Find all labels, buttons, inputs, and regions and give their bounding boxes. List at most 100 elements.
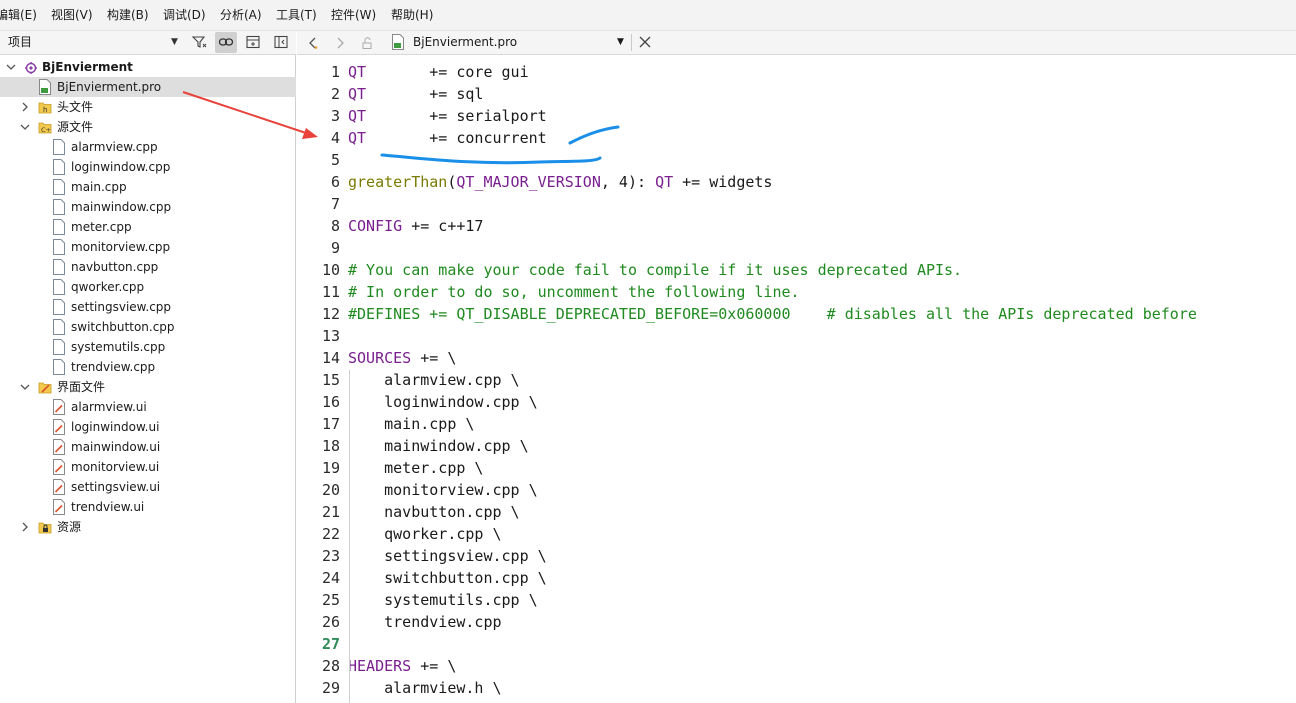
chevron-right-icon[interactable] [18,97,32,117]
tree-item-form-file[interactable]: loginwindow.ui [0,417,296,437]
cpp-file-icon [52,319,66,335]
lock-button[interactable] [357,31,377,54]
editor-toolbar: BjEnvierment.pro ▼ [297,31,1296,55]
resources-label: 资源 [57,520,82,534]
filter-button[interactable] [188,32,210,53]
tree-item-source-file[interactable]: qworker.cpp [0,277,296,297]
project-tree: BjEnvierment BjEnvierment.pro h 头文件 C+ 源… [0,55,296,703]
go-forward-button[interactable] [330,31,350,54]
tree-item-resources[interactable]: 资源 [0,517,296,537]
add-split-icon [246,35,260,49]
pro-file-label: BjEnvierment.pro [57,80,162,94]
tree-item-form-file[interactable]: settingsview.ui [0,477,296,497]
line-number: 20 [321,481,340,499]
ui-file-icon [52,419,66,435]
go-back-button[interactable] [303,31,323,54]
headers-label: 头文件 [57,100,94,114]
cpp-file-icon [52,219,66,235]
chevron-down-icon[interactable] [18,117,32,137]
code-line: main.cpp \ [348,415,475,433]
code-line: switchbutton.cpp \ [348,569,547,587]
code-line: meter.cpp \ [348,459,484,477]
cpp-file-icon [52,159,66,175]
svg-text:h: h [43,106,47,114]
form-folder-icon [38,379,52,395]
view-selector[interactable]: 项目 ▼ [3,31,184,54]
chevron-down-icon[interactable] [18,377,32,397]
line-number: 11 [321,283,340,301]
form-file-label: settingsview.ui [71,480,161,494]
tree-item-project[interactable]: BjEnvierment [0,57,296,77]
code-line: # In order to do so, uncomment the follo… [348,283,800,301]
tree-item-source-file[interactable]: alarmview.cpp [0,137,296,157]
sidebar-collapse-icon [274,35,288,49]
tree-item-form-file[interactable]: trendview.ui [0,497,296,517]
split-button[interactable] [242,32,264,53]
open-documents-selector[interactable]: BjEnvierment.pro ▼ [385,31,629,54]
cpp-file-icon [52,139,66,155]
resource-folder-icon [38,519,52,535]
tree-item-source-file[interactable]: loginwindow.cpp [0,157,296,177]
tree-item-form-file[interactable]: alarmview.ui [0,397,296,417]
form-file-label: monitorview.ui [71,460,160,474]
menu-view[interactable]: 视图(V) [51,0,93,31]
menu-analyze[interactable]: 分析(A) [220,0,262,31]
code-line: QT += concurrent [348,129,547,147]
code-line: # You can make your code fail to compile… [348,261,963,279]
menu-edit[interactable]: 编辑(E) [0,0,37,31]
menu-tools[interactable]: 工具(T) [276,0,317,31]
line-number: 3 [330,107,340,125]
tree-item-headers[interactable]: h 头文件 [0,97,296,117]
form-file-label: alarmview.ui [71,400,147,414]
cpp-file-icon [52,339,66,355]
code-line: #DEFINES += QT_DISABLE_DEPRECATED_BEFORE… [348,305,1197,323]
code-line: HEADERS += \ [348,657,457,675]
tree-item-sources[interactable]: C+ 源文件 [0,117,296,137]
code-line: loginwindow.cpp \ [348,393,538,411]
menu-build[interactable]: 构建(B) [107,0,149,31]
code-line: systemutils.cpp \ [348,591,538,609]
code-line: monitorview.cpp \ [348,481,538,499]
code-line: mainwindow.cpp \ [348,437,529,455]
tree-item-forms[interactable]: 界面文件 [0,377,296,397]
code-line: alarmview.cpp \ [348,371,520,389]
source-folder-icon: C+ [38,119,52,135]
close-document-button[interactable] [635,31,655,54]
tree-item-source-file[interactable]: monitorview.cpp [0,237,296,257]
tree-item-source-file[interactable]: trendview.cpp [0,357,296,377]
source-file-label: systemutils.cpp [71,340,166,354]
tree-item-form-file[interactable]: mainwindow.ui [0,437,296,457]
menu-widgets[interactable]: 控件(W) [331,0,376,31]
tree-item-source-file[interactable]: settingsview.cpp [0,297,296,317]
toolbar-separator [631,34,632,51]
line-number: 6 [330,173,340,191]
form-file-label: loginwindow.ui [71,420,160,434]
ui-file-icon [52,399,66,415]
tree-item-form-file[interactable]: monitorview.ui [0,457,296,477]
ui-file-icon [52,439,66,455]
code-line: navbutton.cpp \ [348,503,520,521]
menu-help[interactable]: 帮助(H) [391,0,433,31]
pro-file-icon [391,34,405,50]
link-icon [218,38,234,46]
tree-item-source-file[interactable]: mainwindow.cpp [0,197,296,217]
sync-editor-button[interactable] [215,32,237,53]
tree-item-source-file[interactable]: systemutils.cpp [0,337,296,357]
line-number: 17 [321,415,340,433]
line-number: 12 [321,305,340,323]
menu-debug[interactable]: 调试(D) [163,0,206,31]
chevron-right-icon [337,37,344,49]
project-panel-toolbar: 项目 ▼ [0,31,296,55]
tree-item-source-file[interactable]: main.cpp [0,177,296,197]
filter-icon [191,36,207,48]
tree-item-source-file[interactable]: switchbutton.cpp [0,317,296,337]
tree-item-pro-file[interactable]: BjEnvierment.pro [0,77,296,97]
tree-item-source-file[interactable]: navbutton.cpp [0,257,296,277]
close-sidebar-button[interactable] [270,32,292,53]
code-editor[interactable]: QT += core gui QT += sql QT += serialport Q… [348,55,1296,703]
line-number: 4 [330,129,340,147]
svg-text:C+: C+ [41,126,51,134]
chevron-down-icon[interactable] [4,57,18,77]
chevron-right-icon[interactable] [18,517,32,537]
tree-item-source-file[interactable]: meter.cpp [0,217,296,237]
